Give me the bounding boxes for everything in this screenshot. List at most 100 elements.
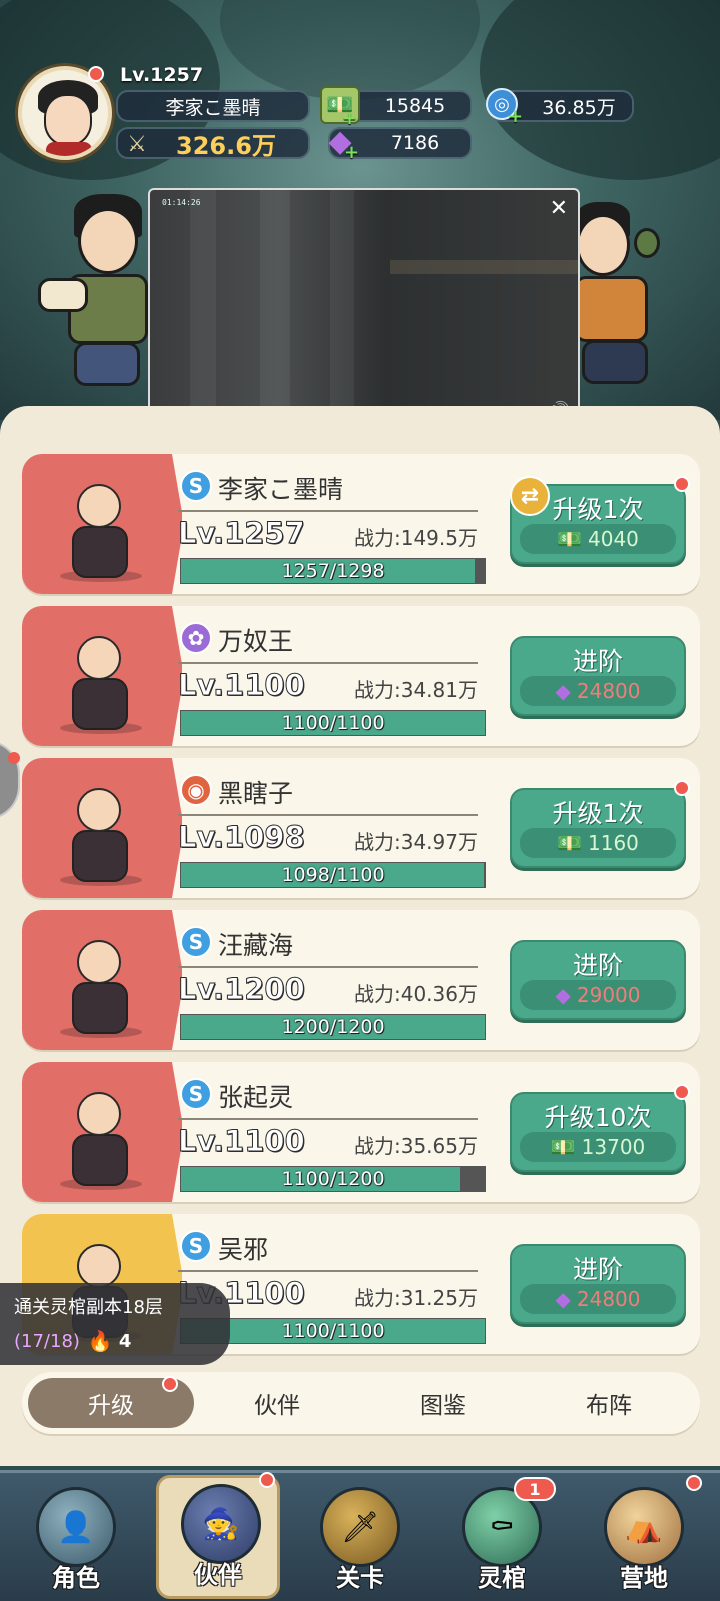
gem-value: 7186 xyxy=(390,132,440,154)
hero-name: 黑瞎子 xyxy=(218,779,294,808)
advance-button[interactable]: 进阶 ◆ 24800 xyxy=(510,1244,686,1324)
hero-portrait[interactable] xyxy=(22,910,182,1050)
cash-icon: 💵 xyxy=(557,831,582,855)
hero-power: 战力:40.36万 xyxy=(354,982,478,1006)
hero-card[interactable]: S 李家こ墨晴 Lv.1257 战力:149.5万 1257/1298 升级1次 💵 4040… xyxy=(22,454,700,594)
level-progress-text: 1100/1100 xyxy=(281,712,385,734)
add-orb-icon[interactable]: + xyxy=(508,106,523,127)
cost-value: 29000 xyxy=(576,983,641,1007)
action-label: 进阶 xyxy=(572,1255,623,1284)
advance-button[interactable]: 进阶 ◆ 24800 xyxy=(510,636,686,716)
quest-reward-count: 4 xyxy=(118,1330,132,1352)
level-progress-text: 1100/1200 xyxy=(281,1168,385,1190)
close-icon[interactable]: ✕ xyxy=(550,196,568,221)
crystal-icon: ◆ xyxy=(555,983,571,1007)
cash-icon: 💵 xyxy=(550,1135,576,1159)
player-name: 李家こ墨晴 xyxy=(116,90,310,122)
divider xyxy=(178,966,478,968)
level-up-button[interactable]: 升级10次 💵 13700 xyxy=(510,1092,686,1172)
hero-power: 战力:149.5万 xyxy=(354,526,478,550)
faction-icon: S xyxy=(180,926,212,958)
upgrade-notification-dot xyxy=(674,780,690,796)
swap-icon[interactable]: ⇄ xyxy=(510,476,550,516)
level-up-button[interactable]: 升级1次 💵 1160 xyxy=(510,788,686,868)
nav-camp-dot xyxy=(686,1475,702,1491)
role-icon: 👤 xyxy=(36,1487,116,1567)
action-label: 升级10次 xyxy=(544,1103,652,1132)
hero-name: 吴邪 xyxy=(218,1235,269,1264)
left-character xyxy=(36,188,156,398)
hero-level: Lv.1098 xyxy=(178,820,306,855)
action-cost: ◆ 24800 xyxy=(520,1284,676,1314)
divider xyxy=(178,814,478,816)
purple-flame-icon: 🔥 xyxy=(87,1329,113,1353)
nav-coffin[interactable]: ⚰ 灵棺 1 xyxy=(440,1477,564,1599)
action-label: 进阶 xyxy=(572,951,623,980)
tent-icon: ⛺ xyxy=(604,1487,684,1567)
hero-name: 张起灵 xyxy=(218,1083,294,1112)
nav-coffin-label: 灵棺 xyxy=(478,1564,526,1592)
nav-camp[interactable]: ⛺ 营地 xyxy=(582,1475,706,1599)
level-progress-bar: 1200/1200 xyxy=(180,1014,486,1040)
faction-icon: S xyxy=(180,1078,212,1110)
add-gem-icon[interactable]: + xyxy=(344,142,359,163)
video-timer: 01:14:26 xyxy=(162,198,201,207)
quest-progress: (17/18) xyxy=(14,1330,80,1352)
hero-card[interactable]: ◉ 黑瞎子 Lv.1098 战力:34.97万 1098/1100 升级1次 💵 1160 xyxy=(22,758,700,898)
nav-stage-label: 关卡 xyxy=(336,1564,384,1592)
tab-codex[interactable]: 图鉴 xyxy=(360,1378,526,1428)
level-progress-bar: 1098/1100 xyxy=(180,862,486,888)
action-label: 升级1次 xyxy=(552,799,644,828)
player-level: Lv.1257 xyxy=(120,64,204,86)
level-progress-bar: 1100/1100 xyxy=(180,710,486,736)
tab-formation[interactable]: 布阵 xyxy=(526,1378,692,1428)
bottom-nav: 👤 角色 🧙 伙伴 🗡 关卡 ⚰ 灵棺 1 ⛺ 营地 xyxy=(0,1470,720,1601)
faction-icon: S xyxy=(180,1230,212,1262)
upgrade-notification-dot xyxy=(674,476,690,492)
player-power-value: 326.6万 xyxy=(176,131,276,160)
nav-partners-label: 伙伴 xyxy=(194,1561,242,1589)
sword-icon: ⚔ xyxy=(127,131,147,157)
nav-partners-dot xyxy=(259,1472,275,1488)
nav-coffin-badge: 1 xyxy=(514,1477,556,1501)
hero-level: Lv.1200 xyxy=(178,972,306,1007)
divider xyxy=(178,1118,478,1120)
cost-value: 13700 xyxy=(581,1135,646,1159)
upgrade-notification-dot xyxy=(674,1084,690,1100)
level-progress-bar: 1257/1298 xyxy=(180,558,486,584)
sword-stage-icon: 🗡 xyxy=(320,1487,400,1567)
action-cost: 💵 13700 xyxy=(520,1132,676,1162)
action-cost: ◆ 24800 xyxy=(520,676,676,706)
hero-level: Lv.1100 xyxy=(178,668,306,703)
nav-role-label: 角色 xyxy=(52,1564,100,1592)
hero-portrait[interactable] xyxy=(22,454,182,594)
action-cost: ◆ 29000 xyxy=(520,980,676,1010)
hero-power: 战力:35.65万 xyxy=(354,1134,478,1158)
hero-card[interactable]: S 汪藏海 Lv.1200 战力:40.36万 1200/1200 进阶 ◆ 29000 xyxy=(22,910,700,1050)
tab-partners[interactable]: 伙伴 xyxy=(194,1378,360,1428)
cost-value: 4040 xyxy=(588,527,639,551)
nav-role[interactable]: 👤 角色 xyxy=(14,1481,138,1599)
divider xyxy=(178,662,478,664)
hero-card[interactable]: ✿ 万奴王 Lv.1100 战力:34.81万 1100/1100 进阶 ◆ 24800 xyxy=(22,606,700,746)
hero-power: 战力:31.25万 xyxy=(354,1286,478,1310)
hero-name: 汪藏海 xyxy=(218,931,294,960)
quest-tracker[interactable]: 通关灵棺副本18层 (17/18) 🔥 4 xyxy=(0,1283,230,1365)
video-ad-overlay[interactable]: 01:14:26 ✕ 🔊 xyxy=(148,188,580,430)
avatar-notification-dot xyxy=(88,66,104,82)
hero-portrait[interactable] xyxy=(22,606,182,746)
hero-card[interactable]: S 张起灵 Lv.1100 战力:35.65万 1100/1200 升级10次 💵 13700 xyxy=(22,1062,700,1202)
nav-partners[interactable]: 🧙 伙伴 xyxy=(156,1472,280,1599)
faction-icon: ✿ xyxy=(180,622,212,654)
side-menu-dot xyxy=(8,752,20,764)
hero-portrait[interactable] xyxy=(22,758,182,898)
faction-icon: ◉ xyxy=(180,774,212,806)
level-progress-text: 1257/1298 xyxy=(281,560,385,582)
advance-button[interactable]: 进阶 ◆ 29000 xyxy=(510,940,686,1020)
quest-title: 通关灵棺副本18层 xyxy=(14,1297,163,1318)
crystal-icon: ◆ xyxy=(555,1287,571,1311)
sub-tab-bar: 升级 伙伴 图鉴 布阵 xyxy=(22,1372,700,1434)
hero-portrait[interactable] xyxy=(22,1062,182,1202)
nav-stage[interactable]: 🗡 关卡 xyxy=(298,1481,422,1599)
action-label: 进阶 xyxy=(572,647,623,676)
